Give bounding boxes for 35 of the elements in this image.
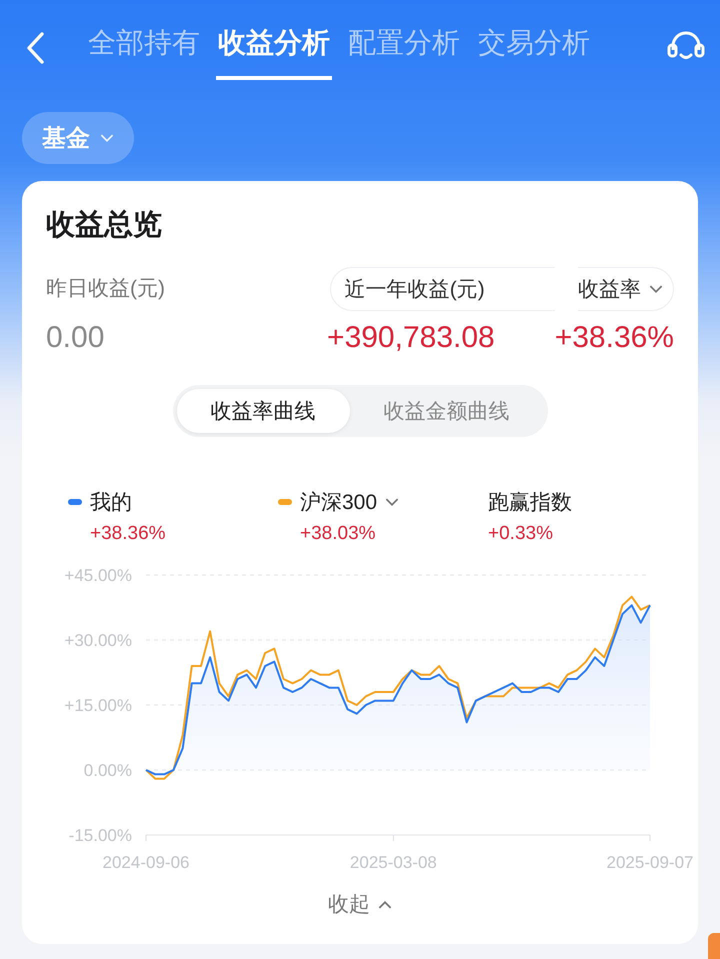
- y-axis-label: +45.00%: [64, 566, 132, 585]
- x-axis-label: 2025-03-08: [350, 853, 437, 872]
- period-selector[interactable]: 近一年收益(元): [330, 267, 555, 311]
- chevron-down-icon: [649, 284, 663, 294]
- nav-tab[interactable]: 交易分析: [476, 16, 592, 80]
- x-axis-label: 2024-09-06: [102, 853, 190, 872]
- curve-tab[interactable]: 收益金额曲线: [350, 389, 544, 433]
- stat-value: 0.00: [46, 321, 106, 355]
- stat-label: 昨日收益(元): [46, 276, 166, 302]
- nav-tab[interactable]: 收益分析: [216, 16, 332, 80]
- back-icon[interactable]: [26, 31, 46, 65]
- fund-filter-dropdown[interactable]: 基金: [22, 112, 134, 164]
- y-axis-label: 0.00%: [84, 761, 132, 780]
- stat-value: +38.36%: [554, 321, 674, 355]
- card-title: 收益总览: [45, 208, 163, 243]
- chevron-up-icon: [378, 900, 392, 908]
- legend-label: 我的: [90, 490, 132, 516]
- y-axis-label: +15.00%: [64, 696, 132, 715]
- benchmark-selector[interactable]: 沪深300: [300, 488, 400, 516]
- y-axis-label: -15.00%: [68, 826, 132, 845]
- chevron-down-icon: [100, 134, 114, 142]
- legend-value: +38.03%: [299, 523, 377, 545]
- legend-value: +0.33%: [488, 523, 554, 545]
- side-handle[interactable]: [708, 933, 720, 959]
- rate-selector[interactable]: 收益率: [578, 267, 674, 311]
- stat-value: +390,783.08: [327, 321, 495, 355]
- nav-tab[interactable]: 全部持有: [86, 16, 202, 80]
- x-axis-label: 2025-09-07: [606, 853, 694, 872]
- chevron-down-icon: [385, 498, 400, 506]
- curve-tab[interactable]: 收益率曲线: [176, 389, 350, 433]
- y-axis-label: +30.00%: [64, 631, 132, 650]
- legend-label: 跑赢指数: [488, 490, 572, 516]
- collapse-button[interactable]: 收起: [322, 889, 398, 919]
- legend-value: +38.36%: [89, 523, 167, 545]
- nav-tab[interactable]: 配置分析: [346, 16, 462, 80]
